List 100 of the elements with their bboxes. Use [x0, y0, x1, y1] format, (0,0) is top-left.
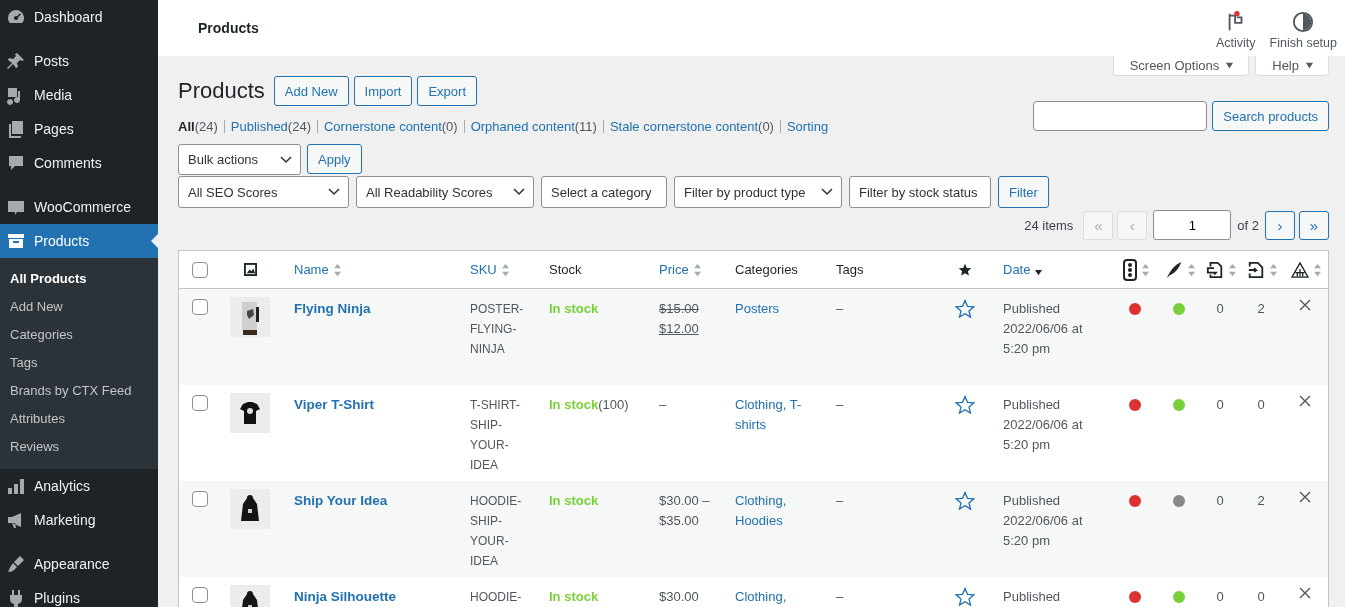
search-field[interactable] — [1033, 101, 1208, 131]
bulk-actions-select[interactable]: Bulk actions — [178, 144, 301, 175]
column-header-link[interactable]: Price — [659, 262, 689, 277]
sidebar-item[interactable]: Dashboard — [0, 0, 158, 34]
sort-icon[interactable] — [1186, 262, 1196, 277]
filter-select[interactable]: Select a category — [541, 176, 667, 208]
stock-status: In stock(100) — [549, 397, 629, 412]
filter-link[interactable]: Stale cornerstone content(0) — [609, 119, 774, 134]
link-count: 0 — [1216, 300, 1224, 318]
column-title: Tags — [836, 262, 864, 277]
next-page-button[interactable]: › — [1265, 210, 1295, 240]
filter-select[interactable]: All SEO Scores — [178, 176, 349, 208]
column-header-link[interactable]: SKU — [470, 262, 497, 277]
product-name-link[interactable]: Ninja Silhouette — [294, 589, 396, 604]
close-icon[interactable] — [1299, 587, 1311, 599]
close-icon[interactable] — [1299, 299, 1311, 311]
half-circle-icon — [1292, 10, 1315, 33]
filter-button[interactable]: Filter — [998, 176, 1049, 208]
category-link[interactable]: Clothing, Hoodies — [735, 491, 816, 531]
sort-icon[interactable] — [1312, 262, 1322, 277]
action-button[interactable]: Export — [417, 76, 477, 106]
submenu-item[interactable]: Reviews — [0, 433, 158, 461]
column-header-link[interactable]: Date — [1003, 262, 1031, 277]
row-checkbox[interactable] — [191, 299, 208, 315]
sku-text: T-SHIRT-SHIP-YOUR-IDEA — [470, 397, 521, 474]
page-heading: Products — [178, 78, 265, 104]
column-header-link[interactable]: Name — [294, 262, 329, 277]
screen-meta-tab[interactable]: Screen Options — [1112, 56, 1250, 76]
filter-link[interactable]: Orphaned content(11) — [470, 119, 597, 134]
apply-button[interactable]: Apply — [307, 144, 362, 174]
tags-text: – — [836, 301, 844, 316]
select-all-checkbox[interactable] — [191, 261, 208, 278]
chevron-down-icon — [280, 155, 292, 164]
linked-count: 2 — [1257, 492, 1265, 510]
screen-meta-tab[interactable]: Help — [1255, 56, 1329, 76]
action-button[interactable]: Add New — [273, 76, 349, 106]
filter-link[interactable]: Sorting — [786, 119, 829, 134]
publish-date: Published 2022/06/06 at 5:20 pm — [1003, 397, 1083, 452]
star-icon[interactable] — [954, 491, 975, 511]
sidebar-item[interactable]: Plugins — [0, 581, 158, 607]
sidebar-item[interactable]: Marketing — [0, 503, 158, 537]
sort-icon[interactable] — [1140, 262, 1150, 277]
document-arrow-icon — [1246, 260, 1265, 279]
sku-text: POSTER-FLYING-NINJA — [470, 301, 525, 358]
category-link[interactable]: Posters — [735, 299, 816, 319]
star-icon[interactable] — [954, 587, 975, 607]
sidebar-item[interactable]: Appearance — [0, 547, 158, 581]
submenu-item[interactable]: All Products — [0, 265, 158, 293]
filter-link[interactable]: Cornerstone content(0) — [324, 119, 458, 134]
linked-count: 0 — [1257, 396, 1265, 414]
publish-date: Published — [1003, 589, 1061, 604]
close-icon[interactable] — [1299, 491, 1311, 503]
toolbar-action[interactable]: Activity — [1216, 6, 1256, 50]
chevron-down-icon — [513, 188, 525, 196]
star-icon[interactable] — [954, 299, 975, 319]
sidebar-item[interactable]: Media — [0, 78, 158, 112]
sidebar-item[interactable]: Posts — [0, 44, 158, 78]
close-icon[interactable] — [1299, 395, 1311, 407]
product-name-link[interactable]: Viper T-Shirt — [294, 397, 375, 412]
star-icon — [957, 262, 972, 277]
sidebar-item[interactable]: Comments — [0, 146, 158, 180]
row-checkbox[interactable] — [191, 587, 208, 603]
page-number-field[interactable]: 1 — [1153, 210, 1232, 240]
sort-icon[interactable] — [1227, 262, 1237, 277]
product-name-link[interactable]: Ship Your Idea — [294, 493, 388, 508]
category-link[interactable]: Clothing, T-shirts — [735, 395, 816, 435]
category-link[interactable]: Clothing, — [735, 587, 816, 607]
filter-link[interactable]: Published(24) — [230, 119, 311, 134]
submenu-item[interactable]: Categories — [0, 321, 158, 349]
stock-status: In stock — [549, 301, 599, 316]
row-checkbox[interactable] — [191, 395, 208, 411]
tags-text: – — [836, 397, 844, 412]
sort-icon[interactable] — [332, 262, 342, 277]
last-page-button[interactable]: » — [1299, 210, 1329, 240]
page-total: of 2 — [1237, 217, 1259, 233]
sidebar-item[interactable]: Analytics — [0, 469, 158, 503]
row-checkbox[interactable] — [191, 491, 208, 507]
sidebar-item[interactable]: Pages — [0, 112, 158, 146]
sort-icon[interactable] — [1268, 262, 1278, 277]
submenu-item[interactable]: Attributes — [0, 405, 158, 433]
caret-icon — [1305, 61, 1314, 70]
star-icon[interactable] — [954, 395, 975, 415]
sidebar-item[interactable]: WooCommerce — [0, 190, 158, 224]
item-count: 24 items — [1024, 217, 1074, 233]
submenu-item[interactable]: Brands by CTX Feed — [0, 377, 158, 405]
filter-select[interactable]: Filter by product type — [674, 176, 842, 208]
toolbar-action[interactable]: Finish setup — [1269, 6, 1337, 50]
filter-select[interactable]: Filter by stock status — [849, 176, 991, 208]
sort-icon[interactable] — [500, 262, 510, 277]
triangle-icon — [1290, 261, 1309, 278]
link-count: 0 — [1216, 396, 1224, 414]
submenu-item[interactable]: Add New — [0, 293, 158, 321]
sidebar-item[interactable]: Products — [0, 224, 158, 258]
action-button[interactable]: Import — [353, 76, 413, 106]
submenu-item[interactable]: Tags — [0, 349, 158, 377]
sort-icon[interactable] — [692, 262, 702, 277]
filter-select[interactable]: All Readability Scores — [356, 176, 534, 208]
filter-link[interactable]: All(24) — [178, 119, 218, 134]
search-button[interactable]: Search products — [1212, 101, 1329, 131]
product-name-link[interactable]: Flying Ninja — [294, 301, 371, 316]
